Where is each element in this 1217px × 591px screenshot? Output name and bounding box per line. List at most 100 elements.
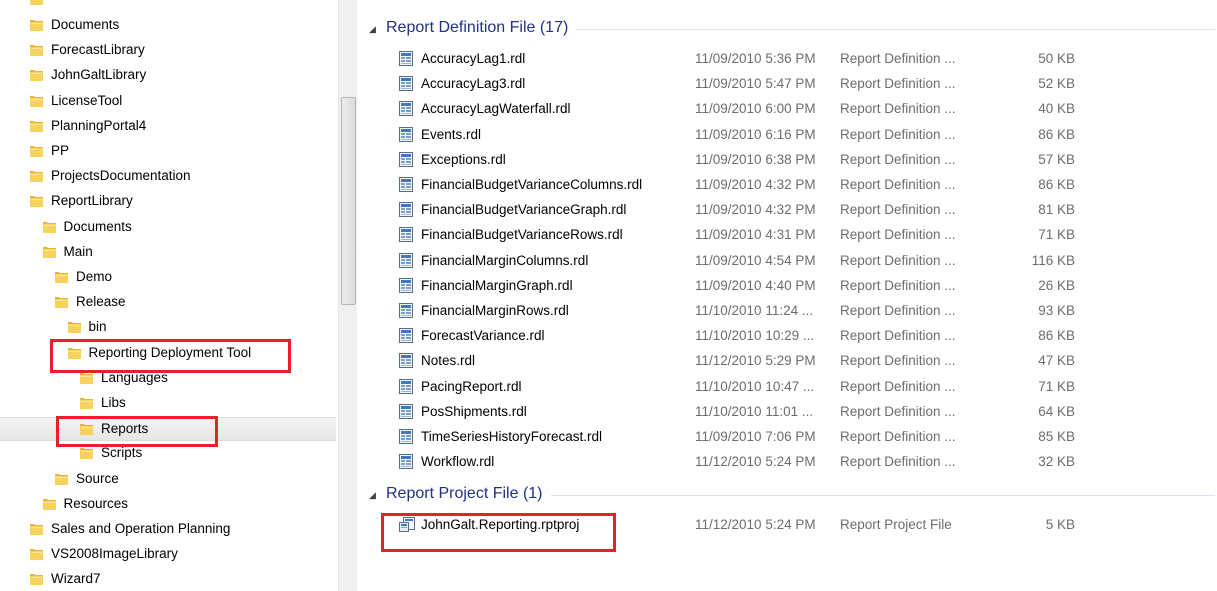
tree-item-libs[interactable]: Libs bbox=[0, 392, 336, 414]
file-date: 11/12/2010 5:24 PM bbox=[695, 454, 816, 470]
tree-item-source[interactable]: Source bbox=[0, 468, 336, 490]
tree-item-scripts[interactable]: Scripts bbox=[0, 442, 336, 464]
folder-icon bbox=[29, 18, 44, 32]
file-size: 81 KB bbox=[1038, 202, 1075, 218]
tree-item-johngaltlibrary[interactable]: JohnGaltLibrary bbox=[0, 64, 336, 86]
report-file-icon bbox=[399, 429, 413, 444]
file-type: Report Definition ... bbox=[840, 151, 956, 167]
file-date: 11/09/2010 5:47 PM bbox=[695, 76, 816, 92]
file-size: 40 KB bbox=[1038, 101, 1075, 117]
tree-item-reports[interactable]: Reports bbox=[0, 417, 336, 442]
group-header[interactable]: ◢ Report Project File (1) bbox=[369, 484, 1215, 506]
file-date: 11/09/2010 6:16 PM bbox=[695, 126, 816, 142]
tree-item-wizard7[interactable]: Wizard7 bbox=[0, 568, 336, 590]
file-name: AccuracyLagWaterfall.rdl bbox=[421, 101, 571, 117]
file-type: Report Definition ... bbox=[840, 328, 956, 344]
tree-item-languages[interactable]: Languages bbox=[0, 367, 336, 389]
folder-icon bbox=[79, 446, 94, 460]
tree-item-label: Sales and Operation Planning bbox=[51, 521, 231, 536]
file-size: 5 KB bbox=[1045, 517, 1075, 532]
project-file-icon bbox=[399, 517, 415, 532]
file-row[interactable]: FinancialBudgetVarianceRows.rdl 11/09/201… bbox=[399, 223, 1119, 248]
file-type: Report Definition ... bbox=[840, 177, 956, 192]
group-title: Report Project File (1) bbox=[386, 485, 543, 502]
report-file-icon bbox=[399, 403, 413, 419]
file-row[interactable]: FinancialMarginColumns.rdl 11/09/2010 4:5… bbox=[399, 249, 1119, 274]
tree-item-projectsdocumentation[interactable]: ProjectsDocumentation bbox=[0, 165, 336, 187]
collapse-triangle-icon[interactable]: ◢ bbox=[369, 24, 376, 35]
report-file-icon bbox=[399, 353, 413, 369]
tree-item-label: Release bbox=[76, 294, 126, 310]
tree-item-bin[interactable]: bin bbox=[0, 316, 336, 338]
scrollbar-thumb[interactable] bbox=[341, 97, 356, 305]
tree-item-reporting-deployment-tool[interactable]: Reporting Deployment Tool bbox=[0, 342, 336, 364]
tree-item-label: Source bbox=[76, 470, 119, 486]
file-row[interactable]: AccuracyLag1.rdl 11/09/2010 5:36 PM Report… bbox=[399, 47, 1119, 72]
file-row[interactable]: FinancialBudgetVarianceColumns.rdl 11/09/… bbox=[399, 173, 1119, 198]
report-file-icon bbox=[399, 177, 413, 192]
report-file-icon bbox=[399, 252, 413, 268]
file-name: Notes.rdl bbox=[421, 353, 476, 369]
file-row[interactable]: AccuracyLagWaterfall.rdl 11/09/2010 6:00 … bbox=[399, 97, 1119, 122]
file-name: PacingReport.rdl bbox=[421, 378, 522, 394]
tree-item-release[interactable]: Release bbox=[0, 291, 336, 313]
report-file-icon bbox=[399, 76, 413, 92]
group-divider bbox=[576, 29, 1215, 30]
file-row[interactable]: Events.rdl 11/09/2010 6:16 PM Report Defin… bbox=[399, 123, 1119, 148]
file-row[interactable]: ForecastVariance.rdl 11/10/2010 10:29 ...… bbox=[399, 324, 1119, 349]
report-file-icon bbox=[399, 101, 413, 117]
tree-item-documents[interactable]: Documents bbox=[0, 216, 336, 238]
tree-item-label: ProjectsDocumentation bbox=[51, 168, 191, 184]
folder-icon bbox=[29, 547, 44, 561]
file-row[interactable]: AccuracyLag3.rdl 11/09/2010 5:47 PM Report… bbox=[399, 72, 1119, 97]
tree-item-label: Reporting Deployment Tool bbox=[88, 344, 252, 360]
tree-item-sales-and-operation-planning[interactable]: Sales and Operation Planning bbox=[0, 518, 336, 540]
file-date: 11/09/2010 6:00 PM bbox=[695, 101, 816, 117]
tree-item-main[interactable]: Main bbox=[0, 241, 336, 263]
tree-item-label: Resources bbox=[63, 495, 129, 511]
tree-item-reportlibrary[interactable]: ReportLibrary bbox=[0, 190, 336, 212]
file-row[interactable]: Notes.rdl 11/12/2010 5:29 PM Report Defini… bbox=[399, 349, 1119, 374]
tree-item-forecastlibrary[interactable]: ForecastLibrary bbox=[0, 39, 336, 61]
collapse-triangle-icon[interactable]: ◢ bbox=[369, 490, 376, 501]
tree-item-documents[interactable]: Documents bbox=[0, 14, 336, 36]
file-row[interactable]: JohnGalt.Reporting.rptproj 11/12/2010 5:2… bbox=[399, 513, 1119, 538]
file-type: Report Definition ... bbox=[840, 101, 956, 117]
folder-icon bbox=[29, 0, 44, 9]
folder-icon bbox=[67, 320, 82, 334]
file-size: 93 KB bbox=[1038, 303, 1075, 318]
report-file-icon bbox=[399, 151, 413, 167]
file-row[interactable]: PacingReport.rdl 11/10/2010 10:47 ... Repo… bbox=[399, 375, 1119, 400]
tree-item-planningportal4[interactable]: PlanningPortal4 bbox=[0, 115, 336, 137]
file-type: Report Definition ... bbox=[840, 227, 956, 243]
file-name: Workflow.rdl bbox=[421, 454, 495, 470]
file-row[interactable]: FinancialBudgetVarianceGraph.rdl 11/09/20… bbox=[399, 198, 1119, 223]
file-row[interactable]: Workflow.rdl 11/12/2010 5:24 PM Report Def… bbox=[399, 450, 1119, 475]
tree-item-label: PP bbox=[51, 143, 70, 158]
file-row[interactable]: FinancialMarginGraph.rdl 11/09/2010 4:40 … bbox=[399, 274, 1119, 299]
file-name: Exceptions.rdl bbox=[421, 151, 506, 167]
tree-item-label: ForecastLibrary bbox=[51, 42, 145, 58]
tree-item-vs2008imagelibrary[interactable]: VS2008ImageLibrary bbox=[0, 543, 336, 565]
tree-item-label: ReportLibrary bbox=[51, 193, 133, 209]
report-file-icon bbox=[399, 202, 413, 218]
file-row[interactable]: PosShipments.rdl 11/10/2010 11:01 ... Repo… bbox=[399, 400, 1119, 425]
group-header[interactable]: ◢ Report Definition File (17) bbox=[369, 18, 1215, 40]
file-type: Report Definition ... bbox=[840, 51, 956, 66]
folder-icon bbox=[29, 572, 44, 586]
folder-icon bbox=[67, 346, 82, 360]
file-row[interactable]: Exceptions.rdl 11/09/2010 6:38 PM Report D… bbox=[399, 148, 1119, 173]
tree-item-pp[interactable]: PP bbox=[0, 140, 336, 162]
file-size: 57 KB bbox=[1038, 151, 1075, 167]
folder-icon bbox=[54, 472, 69, 486]
tree-item-resources[interactable]: Resources bbox=[0, 493, 336, 515]
file-row[interactable]: FinancialMarginRows.rdl 11/10/2010 11:24 … bbox=[399, 299, 1119, 324]
tree-item-licensetool[interactable]: LicenseTool bbox=[0, 90, 336, 112]
file-name: FinancialMarginGraph.rdl bbox=[421, 277, 573, 293]
folder-icon bbox=[79, 422, 94, 436]
report-file-icon bbox=[399, 303, 413, 318]
tree-item-demo[interactable]: Demo bbox=[0, 266, 336, 288]
file-row[interactable]: TimeSeriesHistoryForecast.rdl 11/09/2010 … bbox=[399, 425, 1119, 450]
navigation-scrollbar[interactable] bbox=[338, 0, 357, 591]
file-size: 52 KB bbox=[1038, 76, 1075, 92]
